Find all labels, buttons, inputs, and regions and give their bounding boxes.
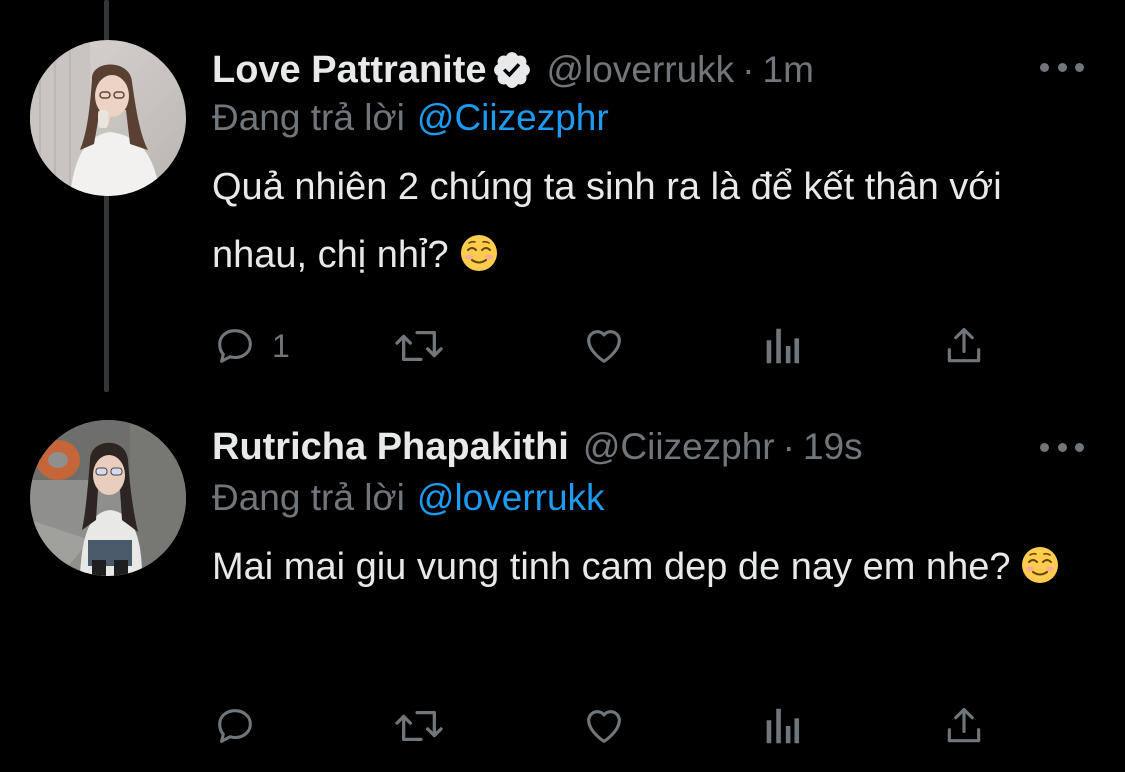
tweet[interactable]: Love Pattranite @loverrukk · 1m Đang trả l…	[0, 0, 1125, 400]
tweet[interactable]: Rutricha Phapakithi @Ciizezphr · 19s Đang …	[0, 400, 1125, 772]
tweet-actions	[212, 702, 1012, 750]
share-icon	[942, 323, 986, 369]
more-icon[interactable]	[1040, 437, 1084, 457]
separator: ·	[742, 49, 755, 90]
mention-link[interactable]: @loverrukk	[417, 477, 605, 518]
avatar[interactable]	[30, 420, 186, 576]
timestamp[interactable]: 1m	[763, 49, 814, 90]
reply-button[interactable]	[212, 702, 272, 750]
tweet-header: Love Pattranite @loverrukk · 1m	[212, 44, 814, 96]
analytics-icon	[762, 323, 802, 369]
tweet-actions: 1	[212, 322, 1012, 370]
comment-icon	[212, 703, 258, 749]
share-button[interactable]	[942, 702, 986, 750]
handle-and-time: @Ciizezphr · 19s	[583, 426, 863, 468]
display-name[interactable]: Rutricha Phapakithi	[212, 426, 569, 469]
avatar[interactable]	[30, 40, 186, 196]
reply-count: 1	[272, 327, 290, 364]
display-name[interactable]: Love Pattranite	[212, 49, 487, 92]
views-button[interactable]	[762, 702, 802, 750]
heart-icon	[580, 703, 628, 749]
smiling-face-icon	[459, 227, 499, 271]
handle-and-time: @loverrukk · 1m	[547, 49, 814, 91]
reply-button[interactable]: 1	[212, 322, 290, 370]
smiling-face-icon	[1020, 539, 1060, 583]
like-button[interactable]	[580, 322, 628, 370]
retweet-icon	[392, 703, 446, 749]
verified-badge-icon	[491, 49, 533, 91]
replying-to: Đang trả lời @loverrukk	[212, 477, 605, 519]
retweet-button[interactable]	[392, 702, 446, 750]
handle[interactable]: @loverrukk	[547, 49, 735, 90]
mention-link[interactable]: @Ciizezphr	[417, 97, 609, 138]
separator: ·	[782, 426, 795, 467]
like-button[interactable]	[580, 702, 628, 750]
replying-to-label: Đang trả lời	[212, 477, 405, 518]
analytics-icon	[762, 703, 802, 749]
replying-to-label: Đang trả lời	[212, 97, 405, 138]
handle[interactable]: @Ciizezphr	[583, 426, 775, 467]
tweet-text-content: Mai mai giu vung tinh cam dep de nay em …	[212, 546, 1011, 588]
heart-icon	[580, 323, 628, 369]
tweet-text: Quả nhiên 2 chúng ta sinh ra là để kết t…	[212, 153, 1092, 289]
replying-to: Đang trả lời @Ciizezphr	[212, 97, 609, 139]
views-button[interactable]	[762, 322, 802, 370]
share-icon	[942, 703, 986, 749]
tweet-text: Mai mai giu vung tinh cam dep de nay em …	[212, 533, 1092, 601]
more-icon[interactable]	[1040, 57, 1084, 77]
tweet-text-content: Quả nhiên 2 chúng ta sinh ra là để kết t…	[212, 166, 1002, 276]
timestamp[interactable]: 19s	[803, 426, 863, 467]
comment-icon	[212, 323, 258, 369]
tweet-header: Rutricha Phapakithi @Ciizezphr · 19s	[212, 421, 863, 473]
retweet-button[interactable]	[392, 322, 446, 370]
share-button[interactable]	[942, 322, 986, 370]
retweet-icon	[392, 323, 446, 369]
